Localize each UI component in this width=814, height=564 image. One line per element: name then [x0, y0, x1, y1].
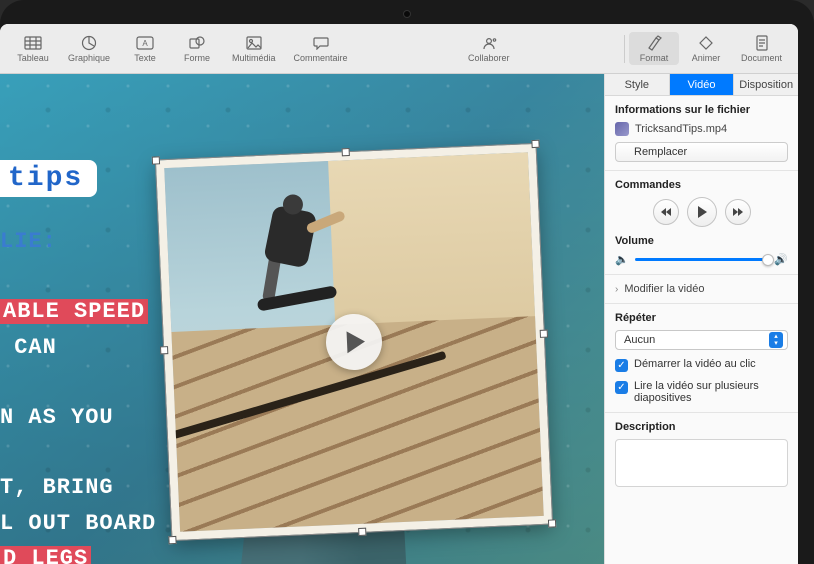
- playback-controls: [615, 197, 788, 227]
- play-button[interactable]: [687, 197, 717, 227]
- volume-slider[interactable]: [635, 258, 769, 261]
- edit-video-section: › Modifier la vidéo: [605, 275, 798, 304]
- toolbar-divider: [624, 35, 625, 63]
- resize-handle[interactable]: [160, 346, 168, 354]
- toolbar-tableau[interactable]: Tableau: [8, 32, 58, 65]
- tab-video[interactable]: Vidéo: [670, 74, 735, 95]
- toolbar-graphique[interactable]: Graphique: [60, 32, 118, 65]
- resize-handle[interactable]: [548, 519, 556, 527]
- toolbar-animer[interactable]: Animer: [681, 32, 731, 65]
- commands-title: Commandes: [615, 179, 788, 191]
- repeat-value: Aucun: [624, 334, 655, 346]
- tab-disposition[interactable]: Disposition: [734, 74, 798, 95]
- slider-thumb[interactable]: [762, 254, 774, 266]
- repeat-section: Répéter Aucun ▴▾ ✓ Démarrer la vidéo au …: [605, 304, 798, 413]
- keynote-window: Tableau Graphique A Texte Forme: [0, 24, 798, 564]
- forward-button[interactable]: [725, 199, 751, 225]
- slide-text-line: T, BRING: [0, 470, 156, 505]
- format-icon: [643, 34, 665, 52]
- toolbar-label: Animer: [692, 53, 721, 63]
- edit-video-disclosure[interactable]: › Modifier la vidéo: [615, 277, 788, 301]
- slide-text-line: L OUT BOARD: [0, 506, 156, 541]
- chevron-right-icon: ›: [615, 284, 618, 295]
- toolbar-label: Commentaire: [294, 53, 348, 63]
- slide-text-line: [0, 435, 156, 470]
- slide-text-line: N AS YOU: [0, 400, 156, 435]
- toolbar-texte[interactable]: A Texte: [120, 32, 170, 65]
- movie-file-icon: [615, 122, 629, 136]
- video-thumbnail: [164, 152, 544, 532]
- document-icon: [751, 34, 773, 52]
- file-info-section: Informations sur le fichier TricksandTip…: [605, 96, 798, 171]
- inspector-panel: Style Vidéo Disposition Informations sur…: [604, 74, 798, 564]
- slide-body-text: LIE: ABLE SPEED CAN N AS YOU T, BRINGL O…: [0, 224, 156, 564]
- slide-canvas[interactable]: tips LIE: ABLE SPEED CAN N AS YOU T, BRI…: [0, 74, 604, 564]
- toolbar-label: Multimédia: [232, 53, 276, 63]
- checkbox-checked-icon: ✓: [615, 381, 628, 394]
- slide-text-line: CAN: [0, 330, 156, 365]
- repeat-select[interactable]: Aucun ▴▾: [615, 330, 788, 350]
- collaborate-icon: [478, 34, 500, 52]
- tab-style[interactable]: Style: [605, 74, 670, 95]
- slide-text-line: D LEGS: [0, 541, 156, 564]
- volume-high-icon: 🔊: [774, 253, 788, 266]
- slide-text-line: [0, 259, 156, 294]
- resize-handle[interactable]: [540, 330, 548, 338]
- slide-text-line: ABLE SPEED: [0, 294, 156, 329]
- replace-button[interactable]: Remplacer: [615, 142, 788, 162]
- select-stepper-icon: ▴▾: [769, 332, 783, 348]
- file-row: TricksandTips.mp4: [615, 122, 788, 136]
- toolbar-format[interactable]: Format: [629, 32, 679, 65]
- resize-handle[interactable]: [531, 140, 539, 148]
- volume-low-icon: 🔈: [615, 253, 629, 266]
- description-section: Description: [605, 413, 798, 495]
- play-across-slides-checkbox[interactable]: ✓ Lire la vidéo sur plusieurs diapositiv…: [615, 380, 788, 404]
- text-icon: A: [134, 34, 156, 52]
- play-across-slides-label: Lire la vidéo sur plusieurs diapositives: [634, 380, 788, 404]
- toolbar-label: Collaborer: [468, 53, 510, 63]
- inspector-tabs: Style Vidéo Disposition: [605, 74, 798, 96]
- toolbar-forme[interactable]: Forme: [172, 32, 222, 65]
- resize-handle[interactable]: [168, 536, 176, 544]
- table-icon: [22, 34, 44, 52]
- toolbar: Tableau Graphique A Texte Forme: [0, 24, 798, 74]
- filename: TricksandTips.mp4: [635, 123, 727, 135]
- toolbar-label: Tableau: [17, 53, 49, 63]
- video-frame[interactable]: [156, 144, 552, 540]
- volume-title: Volume: [615, 235, 788, 247]
- description-title: Description: [615, 421, 788, 433]
- toolbar-label: Document: [741, 53, 782, 63]
- toolbar-multimedia[interactable]: Multimédia: [224, 32, 284, 65]
- animate-icon: [695, 34, 717, 52]
- svg-text:A: A: [142, 39, 148, 48]
- shape-icon: [186, 34, 208, 52]
- start-on-click-label: Démarrer la vidéo au clic: [634, 358, 756, 370]
- rewind-button[interactable]: [653, 199, 679, 225]
- repeat-title: Répéter: [615, 312, 788, 324]
- resize-handle[interactable]: [358, 528, 366, 536]
- media-icon: [243, 34, 265, 52]
- volume-row: 🔈 🔊: [615, 253, 788, 266]
- comment-icon: [310, 34, 332, 52]
- resize-handle[interactable]: [152, 156, 160, 164]
- toolbar-document[interactable]: Document: [733, 32, 790, 65]
- tips-heading-pill: tips: [0, 160, 97, 197]
- toolbar-commentaire[interactable]: Commentaire: [286, 32, 356, 65]
- toolbar-label: Forme: [184, 53, 210, 63]
- description-textarea[interactable]: [615, 439, 788, 487]
- laptop-camera: [403, 10, 411, 18]
- toolbar-collaborer[interactable]: Collaborer: [460, 32, 518, 65]
- commands-section: Commandes Volume 🔈: [605, 171, 798, 275]
- toolbar-label: Format: [640, 53, 669, 63]
- resize-handle[interactable]: [342, 148, 350, 156]
- file-info-title: Informations sur le fichier: [615, 104, 788, 116]
- edit-video-label: Modifier la vidéo: [624, 283, 704, 295]
- chart-icon: [78, 34, 100, 52]
- slide-text-line: LIE:: [0, 224, 156, 259]
- start-on-click-checkbox[interactable]: ✓ Démarrer la vidéo au clic: [615, 358, 788, 372]
- toolbar-label: Texte: [134, 53, 156, 63]
- checkbox-checked-icon: ✓: [615, 359, 628, 372]
- toolbar-label: Graphique: [68, 53, 110, 63]
- slide-text-line: [0, 365, 156, 400]
